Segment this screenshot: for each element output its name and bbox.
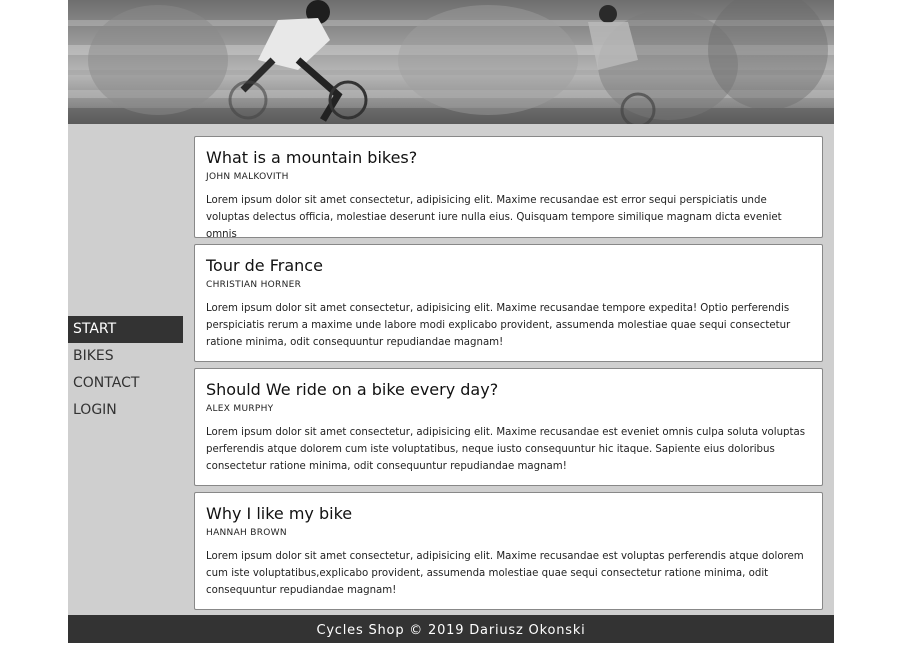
article-title: Tour de France xyxy=(206,256,323,275)
nav-item-login[interactable]: LOGIN xyxy=(68,397,183,424)
article-title: Why I like my bike xyxy=(206,504,353,523)
article-author: JOHN MALKOVITH xyxy=(206,172,289,182)
article-body: Lorem ipsum dolor sit amet consectetur, … xyxy=(206,303,791,348)
article-title: What is a mountain bikes? xyxy=(206,148,418,167)
article-author: HANNAH BROWN xyxy=(206,528,287,538)
nav-item-contact[interactable]: CONTACT xyxy=(68,370,183,397)
article-card: Should We ride on a bike every day? ALEX… xyxy=(194,368,823,486)
article-author: CHRISTIAN HORNER xyxy=(206,280,302,290)
article-body: Lorem ipsum dolor sit amet consectetur, … xyxy=(206,427,806,472)
article-body: Lorem ipsum dolor sit amet consectetur, … xyxy=(206,551,804,596)
article-list: What is a mountain bikes? JOHN MALKOVITH… xyxy=(194,136,823,616)
article-card: Why I like my bike HANNAH BROWN Lorem ip… xyxy=(194,492,823,610)
article-card: Tour de France CHRISTIAN HORNER Lorem ip… xyxy=(194,244,823,362)
footer: Cycles Shop © 2019 Dariusz Okonski xyxy=(68,615,834,643)
header-image xyxy=(68,0,834,124)
article-title: Should We ride on a bike every day? xyxy=(206,380,499,399)
nav-item-bikes[interactable]: BIKES xyxy=(68,343,183,370)
article-author: ALEX MURPHY xyxy=(206,404,274,414)
article-card: What is a mountain bikes? JOHN MALKOVITH… xyxy=(194,136,823,238)
nav-item-start[interactable]: START xyxy=(68,316,183,343)
page-frame: START BIKES CONTACT LOGIN What is a moun… xyxy=(68,0,834,643)
article-body: Lorem ipsum dolor sit amet consectetur, … xyxy=(206,195,782,238)
sidebar-nav: START BIKES CONTACT LOGIN xyxy=(68,316,183,424)
